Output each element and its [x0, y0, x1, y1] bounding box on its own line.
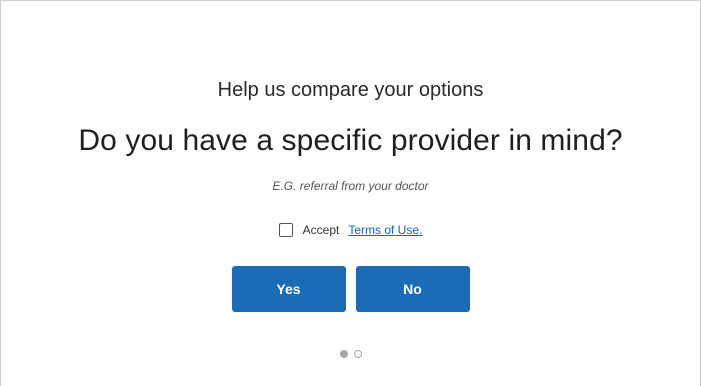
accept-label: Accept	[302, 223, 340, 237]
accept-terms-checkbox[interactable]	[278, 223, 293, 237]
terms-of-use-link[interactable]: Terms of Use.	[348, 223, 422, 237]
question-title: Do you have a specific provider in mind?	[78, 124, 623, 157]
step-dot-2[interactable]	[353, 350, 362, 358]
page-subtitle: Help us compare your options	[217, 79, 484, 101]
no-button[interactable]: No	[355, 266, 470, 312]
question-card: Help us compare your options Do you have…	[0, 0, 701, 386]
step-indicator	[1, 350, 700, 358]
question-hint: E.G. referral from your doctor	[272, 179, 429, 193]
step-dot-1[interactable]	[339, 350, 348, 358]
terms-row: Accept Terms of Use.	[1, 223, 700, 237]
answer-buttons: Yes No	[1, 266, 700, 312]
yes-button[interactable]: Yes	[231, 266, 346, 312]
